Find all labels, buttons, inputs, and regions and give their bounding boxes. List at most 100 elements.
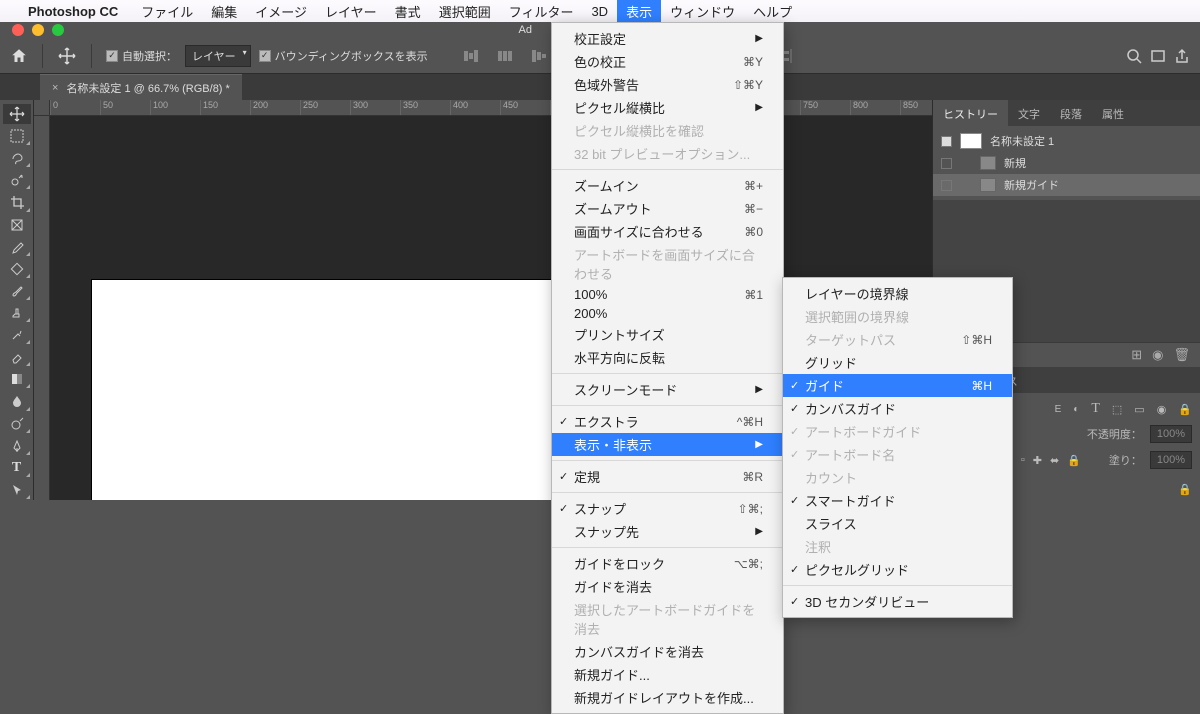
submenu-option[interactable]: ✓ガイド⌘H: [783, 374, 1012, 397]
menu-item-7[interactable]: 3D: [582, 0, 617, 22]
panel-tab[interactable]: 段落: [1050, 100, 1092, 126]
bbox-checkbox[interactable]: ✓ バウンディングボックスを表示: [259, 48, 428, 64]
lasso-tool[interactable]: [3, 148, 31, 168]
submenu-option[interactable]: ✓3D セカンダリビュー: [783, 590, 1012, 613]
dodge-tool[interactable]: [3, 414, 31, 434]
panel-tab[interactable]: 属性: [1092, 100, 1134, 126]
panel-tabs-top: ヒストリー文字段落属性: [933, 100, 1200, 126]
menu-option: ピクセル縦横比を確認: [552, 119, 783, 142]
menu-option[interactable]: ✓スナップ⇧⌘;: [552, 497, 783, 520]
trash-icon[interactable]: 🗑: [1173, 347, 1190, 363]
menu-item-5[interactable]: 選択範囲: [430, 0, 500, 22]
opacity-field[interactable]: 100%: [1150, 425, 1192, 443]
opacity-label: 不透明度：: [1087, 426, 1142, 442]
submenu-option: 注釈: [783, 535, 1012, 558]
home-icon[interactable]: [10, 47, 28, 65]
menu-option[interactable]: ✓定規⌘R: [552, 465, 783, 488]
submenu-option: ✓アートボードガイド: [783, 420, 1012, 443]
maximize-window-icon[interactable]: [52, 24, 64, 36]
crop-tool[interactable]: [3, 192, 31, 212]
menu-option[interactable]: ズームイン⌘+: [552, 174, 783, 197]
menu-option[interactable]: 新規ガイド...: [552, 663, 783, 686]
eraser-tool[interactable]: [3, 347, 31, 367]
share-icon[interactable]: [1174, 48, 1190, 64]
submenu-option[interactable]: グリッド: [783, 351, 1012, 374]
ruler-corner: [34, 100, 50, 116]
menu-option[interactable]: 色域外警告⇧⌘Y: [552, 73, 783, 96]
type-tool[interactable]: T: [3, 458, 31, 478]
auto-select-checkbox[interactable]: ✓ 自動選択：: [106, 48, 177, 64]
submenu-option[interactable]: ✓スマートガイド: [783, 489, 1012, 512]
thumbnail-icon[interactable]: ⊞: [1131, 347, 1142, 363]
submenu-option[interactable]: ✓ピクセルグリッド: [783, 558, 1012, 581]
menu-option[interactable]: ガイドを消去: [552, 575, 783, 598]
menu-item-0[interactable]: ファイル: [132, 0, 202, 22]
move-tool[interactable]: [3, 104, 31, 124]
heal-tool[interactable]: [3, 259, 31, 279]
stamp-tool[interactable]: [3, 303, 31, 323]
eyedropper-tool[interactable]: [3, 237, 31, 257]
menu-option[interactable]: ズームアウト⌘−: [552, 197, 783, 220]
search-icon[interactable]: [1126, 48, 1142, 64]
path-select-tool[interactable]: [3, 480, 31, 500]
view-menu-dropdown: 校正設定▶色の校正⌘Y色域外警告⇧⌘Yピクセル縦横比▶ピクセル縦横比を確認32 …: [551, 22, 784, 714]
frame-tool[interactable]: [3, 215, 31, 235]
quick-select-tool[interactable]: [3, 170, 31, 190]
submenu-option[interactable]: ✓カンバスガイド: [783, 397, 1012, 420]
menu-option[interactable]: 100%⌘1: [552, 285, 783, 304]
menu-option[interactable]: 校正設定▶: [552, 27, 783, 50]
auto-select-label: 自動選択：: [122, 48, 177, 64]
view-mode-icon[interactable]: [1150, 48, 1166, 64]
auto-select-dropdown[interactable]: レイヤー: [185, 45, 251, 67]
menu-option[interactable]: ピクセル縦横比▶: [552, 96, 783, 119]
menu-item-1[interactable]: 編集: [202, 0, 246, 22]
history-panel: ✓名称未設定 1新規新規ガイド: [933, 126, 1200, 200]
align-icon[interactable]: [458, 45, 484, 67]
menu-option[interactable]: プリントサイズ: [552, 323, 783, 346]
align-icon-2[interactable]: [492, 45, 518, 67]
menu-item-2[interactable]: イメージ: [246, 0, 316, 22]
toolbox: T: [0, 100, 34, 500]
menu-option[interactable]: 画面サイズに合わせる⌘0: [552, 220, 783, 243]
submenu-option[interactable]: スライス: [783, 512, 1012, 535]
document-tab[interactable]: × 名称未設定 1 @ 66.7% (RGB/8) *: [40, 74, 242, 101]
menu-option[interactable]: スクリーンモード▶: [552, 378, 783, 401]
menu-option[interactable]: 表示・非表示▶: [552, 433, 783, 456]
history-brush-tool[interactable]: [3, 325, 31, 345]
close-window-icon[interactable]: [12, 24, 24, 36]
fill-field[interactable]: 100%: [1150, 451, 1192, 469]
menu-option[interactable]: ガイドをロック⌥⌘;: [552, 552, 783, 575]
menu-option[interactable]: カンバスガイドを消去: [552, 640, 783, 663]
menu-option[interactable]: スナップ先▶: [552, 520, 783, 543]
menu-option[interactable]: 色の校正⌘Y: [552, 50, 783, 73]
menu-option[interactable]: 200%: [552, 304, 783, 323]
menu-item-3[interactable]: レイヤー: [316, 0, 386, 22]
menu-item-9[interactable]: ウィンドウ: [661, 0, 744, 22]
panel-tab[interactable]: 文字: [1008, 100, 1050, 126]
horizontal-ruler: 0501001502002503003504004505005506006507…: [50, 100, 932, 116]
menu-item-6[interactable]: フィルター: [500, 0, 583, 22]
menu-option[interactable]: 水平方向に反転: [552, 346, 783, 369]
menu-option[interactable]: ✓エクストラ^⌘H: [552, 410, 783, 433]
show-hide-submenu: レイヤーの境界線選択範囲の境界線ターゲットパス⇧⌘Hグリッド✓ガイド⌘H✓カンバ…: [782, 277, 1013, 618]
menu-option[interactable]: 新規ガイドレイアウトを作成...: [552, 686, 783, 709]
history-item[interactable]: 新規: [933, 152, 1200, 174]
blur-tool[interactable]: [3, 391, 31, 411]
history-item[interactable]: ✓名称未設定 1: [933, 130, 1200, 152]
panel-tab[interactable]: ヒストリー: [933, 100, 1008, 126]
minimize-window-icon[interactable]: [32, 24, 44, 36]
gradient-tool[interactable]: [3, 369, 31, 389]
close-tab-icon[interactable]: ×: [52, 82, 58, 94]
app-name[interactable]: Photoshop CC: [28, 4, 118, 19]
move-tool-icon[interactable]: [57, 46, 77, 66]
marquee-tool[interactable]: [3, 126, 31, 146]
menu-item-4[interactable]: 書式: [386, 0, 430, 22]
camera-icon[interactable]: ◉: [1152, 347, 1163, 363]
submenu-option[interactable]: レイヤーの境界線: [783, 282, 1012, 305]
align-icon-3[interactable]: [526, 45, 552, 67]
menu-item-10[interactable]: ヘルプ: [744, 0, 801, 22]
pen-tool[interactable]: [3, 436, 31, 456]
history-item[interactable]: 新規ガイド: [933, 174, 1200, 196]
menu-item-8[interactable]: 表示: [617, 0, 661, 22]
brush-tool[interactable]: [3, 281, 31, 301]
